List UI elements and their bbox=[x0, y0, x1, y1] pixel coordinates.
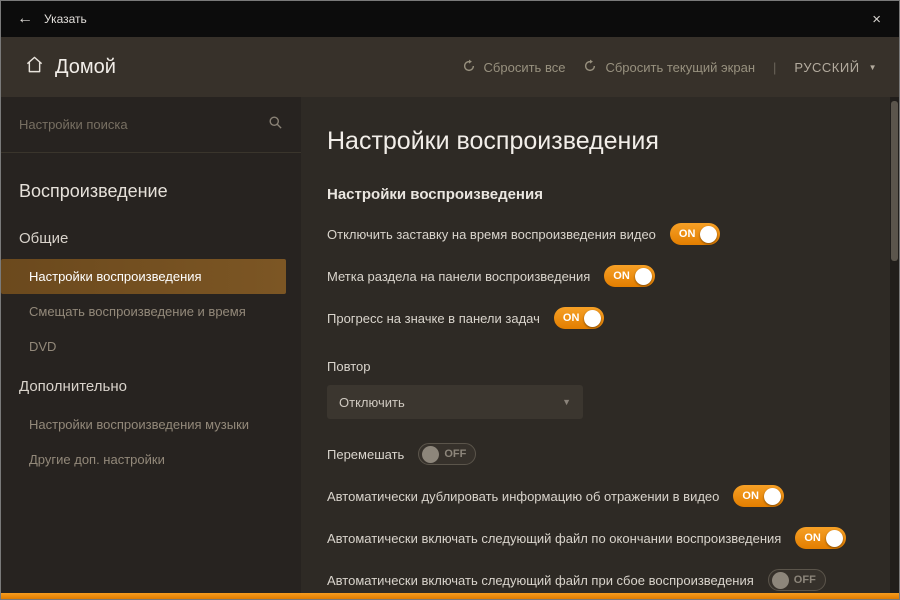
sidebar-group-heading: Дополнительно bbox=[19, 378, 127, 395]
toggle-switch[interactable]: ON bbox=[733, 485, 784, 507]
setting-label: Прогресс на значке в панели задач bbox=[327, 310, 540, 326]
back-button[interactable]: ← Указать bbox=[1, 1, 103, 37]
header-actions: Сбросить все Сбросить текущий экран | РУ… bbox=[462, 59, 877, 76]
setting-label: Автоматически включать следующий файл пр… bbox=[327, 572, 754, 588]
reset-screen-button[interactable]: Сбросить текущий экран bbox=[583, 59, 755, 76]
reset-screen-label: Сбросить текущий экран bbox=[605, 59, 755, 75]
toggle-knob bbox=[584, 309, 602, 327]
sidebar-item[interactable]: Смещать воспроизведение и время bbox=[1, 294, 286, 329]
settings-list: Отключить заставку на время воспроизведе… bbox=[327, 223, 865, 591]
sidebar-item[interactable]: Другие доп. настройки bbox=[1, 442, 286, 477]
toggle-switch[interactable]: ON bbox=[553, 307, 605, 329]
reset-icon bbox=[462, 59, 476, 76]
dropdown-value: Отключить bbox=[339, 394, 405, 410]
home-icon bbox=[25, 55, 44, 80]
home-heading[interactable]: Домой bbox=[25, 55, 116, 80]
setting-row: Автоматически включать следующий файл по… bbox=[327, 527, 865, 549]
toggle-switch[interactable]: ON bbox=[669, 223, 721, 245]
toggle-knob bbox=[763, 487, 781, 505]
close-icon: × bbox=[872, 10, 881, 28]
setting-row: Автоматически включать следующий файл пр… bbox=[327, 569, 865, 591]
toggle-switch[interactable]: ON bbox=[604, 265, 655, 287]
sidebar-item[interactable]: DVD bbox=[1, 329, 286, 364]
search-bar bbox=[1, 97, 301, 153]
setting-row: Автоматически дублировать информацию об … bbox=[327, 485, 865, 507]
reset-all-label: Сбросить все bbox=[483, 59, 566, 75]
setting-label: Метка раздела на панели воспроизведения bbox=[327, 268, 591, 284]
vertical-scrollbar[interactable] bbox=[890, 97, 899, 593]
repeat-dropdown[interactable]: Отключить ▼ bbox=[327, 385, 583, 419]
toggle-state-label: ON bbox=[742, 489, 759, 502]
chevron-down-icon: ▼ bbox=[868, 62, 877, 72]
scrollbar-thumb[interactable] bbox=[891, 101, 898, 261]
chevron-down-icon: ▼ bbox=[562, 397, 571, 407]
setting-row: Отключить заставку на время воспроизведе… bbox=[327, 223, 865, 245]
language-label: РУССКИЙ bbox=[794, 59, 860, 75]
toggle-state-label: ON bbox=[613, 269, 630, 282]
toggle-switch[interactable]: OFF bbox=[418, 443, 477, 465]
settings-content: Настройки воспроизведения Настройки восп… bbox=[301, 97, 899, 593]
setting-label: Перемешать bbox=[327, 446, 405, 462]
sidebar-section-title: Воспроизведение bbox=[19, 181, 168, 201]
back-arrow-icon: ← bbox=[17, 10, 33, 27]
setting-label: Повтор bbox=[327, 358, 371, 374]
search-input[interactable] bbox=[19, 117, 258, 132]
language-selector[interactable]: РУССКИЙ ▼ bbox=[794, 60, 877, 75]
toggle-switch[interactable]: OFF bbox=[767, 569, 826, 591]
sidebar-nav: Воспроизведение Общие Настройки воспроизве… bbox=[1, 153, 301, 477]
setting-label: Автоматически включать следующий файл по… bbox=[327, 530, 782, 546]
toggle-switch[interactable]: ON bbox=[795, 527, 846, 549]
sidebar-group-heading: Общие bbox=[19, 230, 69, 247]
header: Домой Сбросить все Сбросить текущий экра… bbox=[1, 37, 899, 97]
content-subtitle: Настройки воспроизведения bbox=[327, 186, 543, 203]
toggle-state-label: OFF bbox=[793, 573, 816, 586]
setting-row: Прогресс на значке в панели задач ON bbox=[327, 307, 865, 329]
setting-row: Повтор bbox=[327, 355, 865, 377]
search-icon bbox=[268, 115, 283, 135]
setting-row: Перемешать OFF bbox=[327, 443, 865, 465]
toggle-knob bbox=[634, 267, 652, 285]
bottom-accent-bar bbox=[1, 593, 899, 599]
setting-label: Отключить заставку на время воспроизведе… bbox=[327, 226, 656, 242]
sidebar: Воспроизведение Общие Настройки воспроизве… bbox=[1, 97, 301, 593]
toggle-knob bbox=[700, 225, 718, 243]
toggle-state-label: ON bbox=[804, 531, 821, 544]
back-label: Указать bbox=[44, 12, 87, 26]
close-button[interactable]: × bbox=[854, 1, 899, 37]
toggle-state-label: ON bbox=[678, 227, 696, 240]
toggle-knob bbox=[422, 445, 440, 463]
main-body: Воспроизведение Общие Настройки воспроизве… bbox=[1, 97, 899, 593]
titlebar: ← Указать × bbox=[1, 1, 899, 37]
sidebar-item[interactable]: Настройки воспроизведения bbox=[1, 259, 286, 294]
toggle-knob bbox=[771, 571, 789, 589]
reset-icon bbox=[583, 59, 597, 76]
reset-all-button[interactable]: Сбросить все bbox=[462, 59, 566, 76]
toggle-state-label: ON bbox=[562, 311, 580, 324]
sidebar-item[interactable]: Настройки воспроизведения музыки bbox=[1, 407, 286, 442]
setting-label: Автоматически дублировать информацию об … bbox=[327, 488, 720, 504]
separator: | bbox=[773, 59, 777, 75]
toggle-state-label: OFF bbox=[444, 447, 467, 460]
toggle-knob bbox=[825, 529, 843, 547]
setting-row: Метка раздела на панели воспроизведения O… bbox=[327, 265, 865, 287]
content-title: Настройки воспроизведения bbox=[327, 127, 659, 155]
app-window: ← Указать × Домой Сбросить все Сбросить … bbox=[0, 0, 900, 600]
page-title: Домой bbox=[55, 55, 116, 78]
